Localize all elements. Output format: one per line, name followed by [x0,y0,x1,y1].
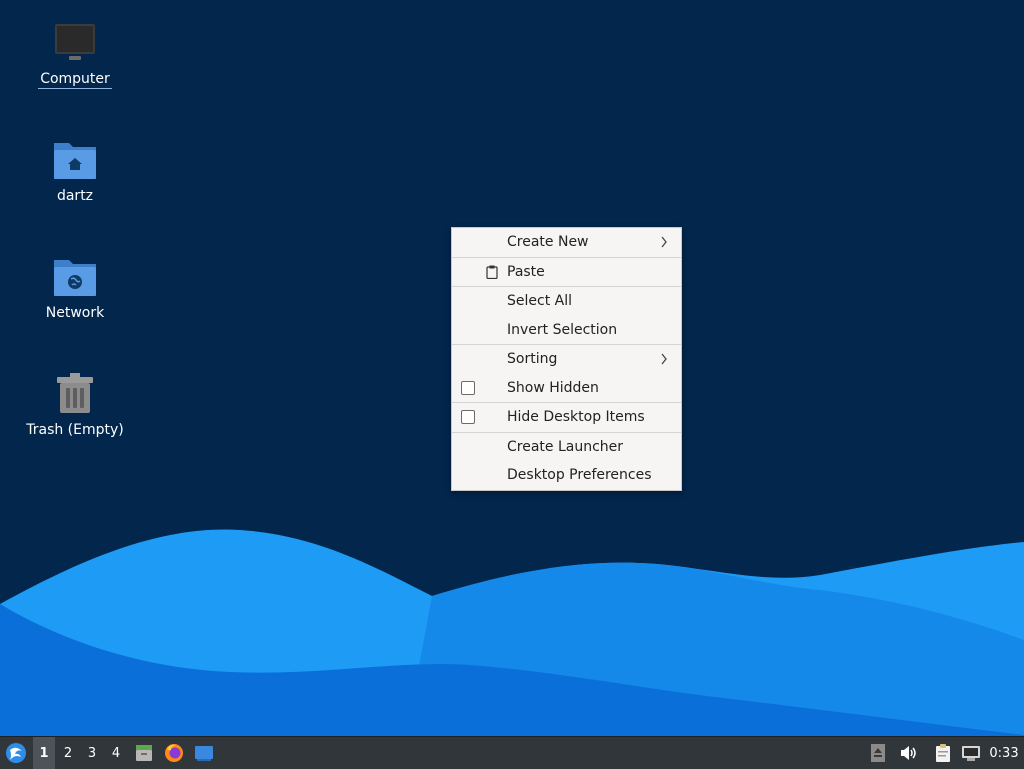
menu-item-label: Show Hidden [507,379,599,396]
desktop-icon-label: Network [45,305,105,321]
desktop-icon-trash[interactable]: Trash (Empty) [15,369,135,439]
workspace-2[interactable]: 2 [57,737,79,769]
clipboard-button[interactable] [931,737,955,769]
menu-item-label: Sorting [507,351,558,367]
menu-item-invert-selection[interactable]: Invert Selection [452,316,681,345]
network-icon [962,746,980,761]
menu-item-label: Hide Desktop Items [507,409,645,425]
show-desktop-icon [195,746,213,761]
desktop-context-menu: Create New Paste Select All Invert Selec… [451,227,682,491]
firefox-icon [165,744,183,762]
workspace-4[interactable]: 4 [105,737,127,769]
menu-item-label: Create Launcher [507,438,624,455]
clipboard-icon [936,744,950,762]
menu-item-label: Invert Selection [507,321,618,338]
menu-item-label: Select All [507,293,572,309]
menu-item-desktop-preferences[interactable]: Desktop Preferences [452,461,681,490]
start-menu-icon [6,743,26,763]
menu-item-label: Desktop Preferences [507,467,652,483]
menu-item-create-new[interactable]: Create New [452,228,681,257]
menu-item-hide-desktop-items[interactable]: Hide Desktop Items [452,403,681,432]
eject-icon [871,744,885,762]
menu-item-label: Create New [507,234,589,250]
menu-item-create-launcher[interactable]: Create Launcher [452,433,681,462]
start-menu-button[interactable] [2,737,30,769]
eject-button[interactable] [868,737,888,769]
desktop-icon-network[interactable]: Network [15,252,135,322]
volume-button[interactable] [896,737,920,769]
desktop-icon-computer[interactable]: Computer [15,18,135,89]
menu-item-paste[interactable]: Paste [452,258,681,287]
file-manager-icon [136,745,152,761]
menu-item-label: Paste [507,263,545,280]
file-manager-launcher[interactable] [132,737,156,769]
volume-icon [901,746,916,760]
clock-time: 0:33 [989,745,1019,761]
chevron-right-icon [661,353,667,365]
menu-item-show-hidden[interactable]: Show Hidden [452,374,681,403]
network-button[interactable] [959,737,983,769]
workspace-label: 3 [87,745,97,761]
network-folder-icon [51,252,99,300]
clock[interactable]: 0:33 [986,737,1022,769]
paste-icon [486,265,498,279]
desktop-icon-home-folder[interactable]: dartz [15,135,135,205]
menu-item-sorting[interactable]: Sorting [452,345,681,374]
firefox-launcher[interactable] [162,737,186,769]
workspace-1[interactable]: 1 [33,737,55,769]
hide-desktop-items-checkbox[interactable] [461,410,475,424]
menu-item-select-all[interactable]: Select All [452,287,681,316]
show-desktop-button[interactable] [192,737,216,769]
trash-icon [51,369,99,417]
show-hidden-checkbox[interactable] [461,380,475,395]
workspace-label: 2 [63,745,73,761]
home-folder-icon [51,135,99,183]
taskbar: 1 2 3 4 0:33 [0,736,1024,769]
desktop-icon-label: Trash (Empty) [26,422,124,438]
workspace-label: 4 [111,745,121,761]
chevron-right-icon [661,236,667,248]
desktop-icon-label: dartz [56,188,94,204]
computer-icon [51,18,99,66]
workspace-label: 1 [39,745,49,761]
desktop-icon-label: Computer [38,71,112,89]
workspace-3[interactable]: 3 [81,737,103,769]
